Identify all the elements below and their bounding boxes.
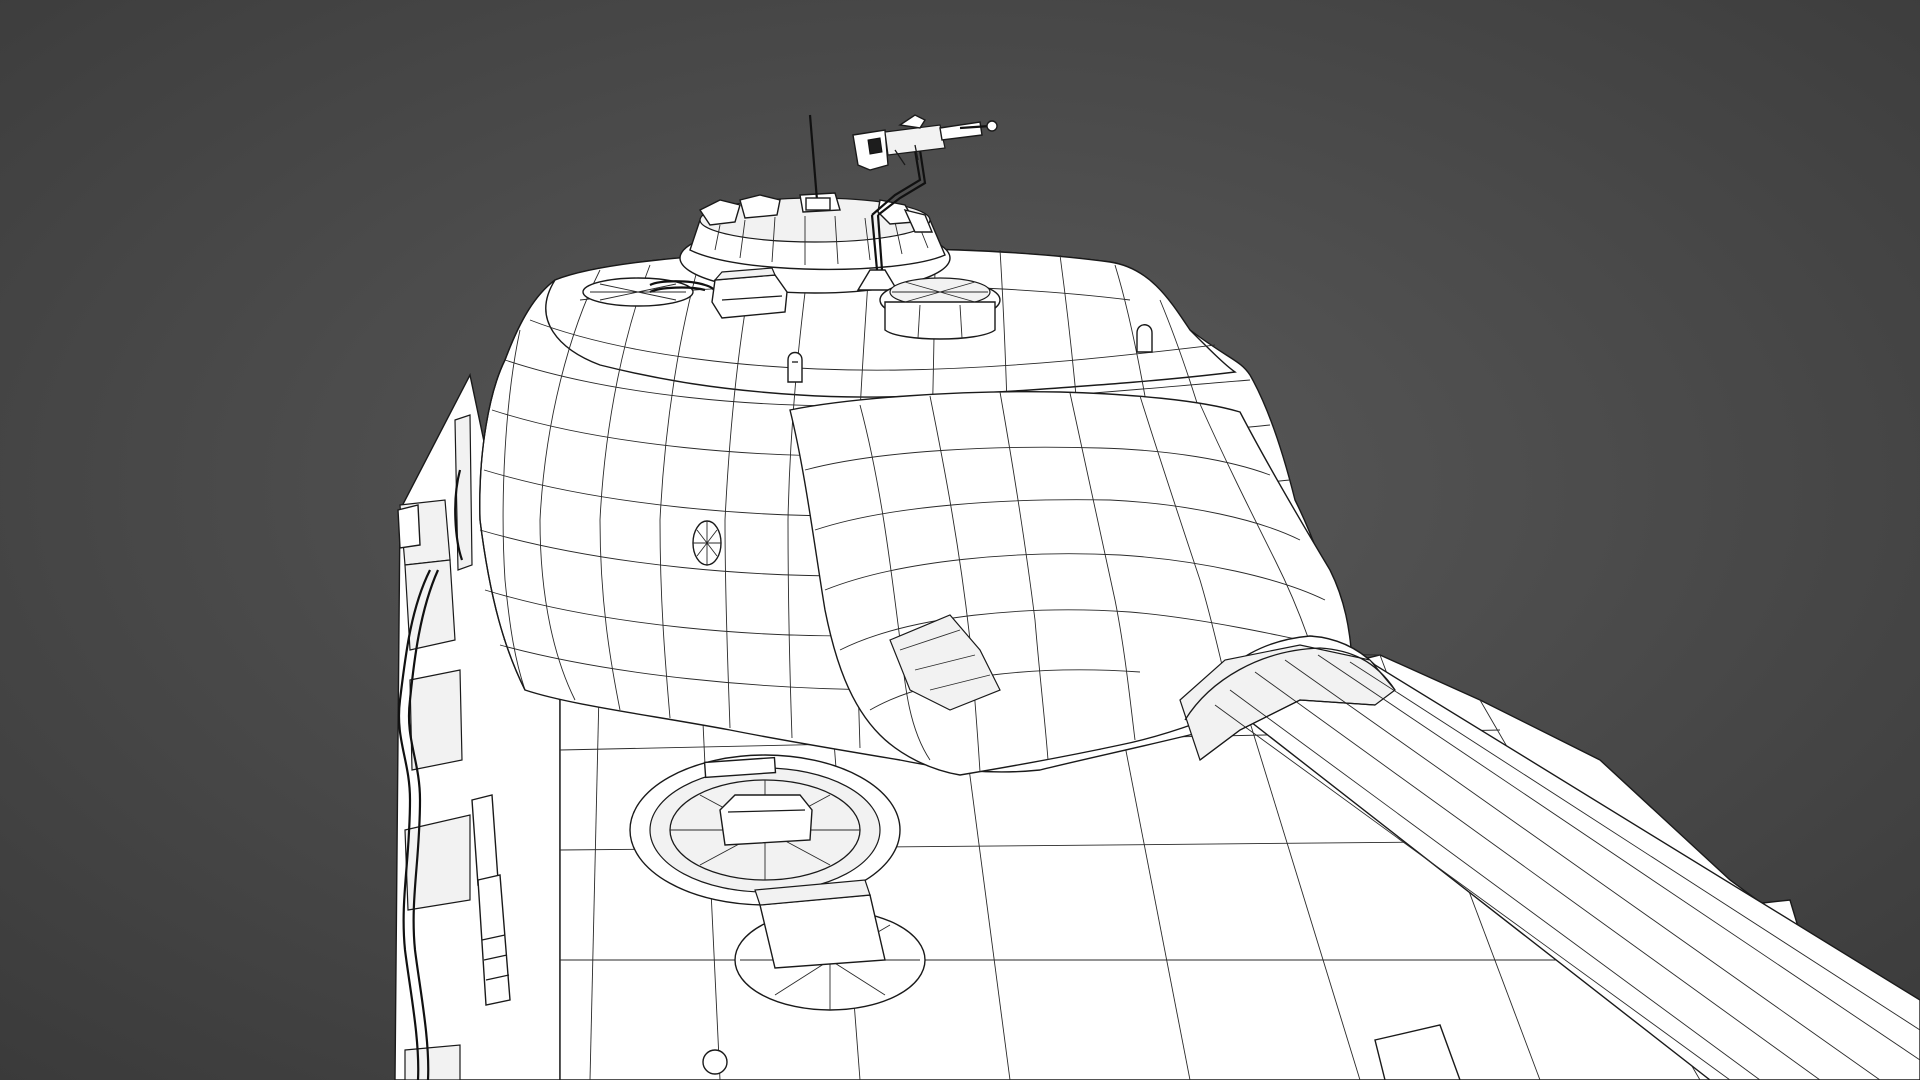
vision-port — [692, 520, 722, 566]
wireframe-render — [0, 0, 1920, 1080]
render-viewport — [0, 0, 1920, 1080]
lifting-hook-left — [787, 351, 803, 383]
pistol-port — [711, 267, 788, 319]
lifting-hook-right — [1136, 324, 1153, 353]
ventilator — [879, 277, 1001, 340]
